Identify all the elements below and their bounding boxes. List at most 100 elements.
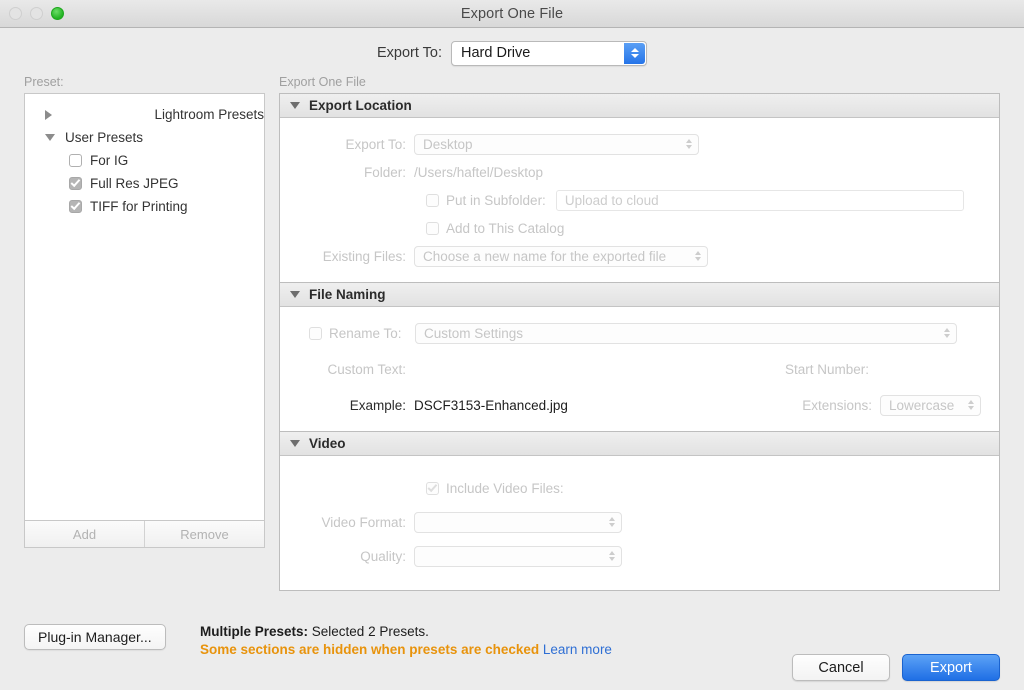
section-video: Video Include Video Files: Video Format: [279, 432, 1000, 591]
include-video-files-checkbox[interactable] [426, 482, 439, 495]
status-presets-line: Multiple Presets: Selected 2 Presets. [200, 624, 612, 639]
chevron-down-icon [609, 557, 615, 561]
quality-select[interactable] [414, 546, 622, 567]
add-to-catalog-checkbox[interactable] [426, 222, 439, 235]
preset-group-user-presets[interactable]: User Presets [25, 126, 264, 149]
status-presets-title: Multiple Presets: [200, 624, 308, 639]
section-title: Video [309, 436, 346, 451]
learn-more-link[interactable]: Learn more [543, 642, 612, 657]
section-title: Export Location [309, 98, 412, 113]
preset-checkbox[interactable] [69, 200, 82, 213]
dialog-body: Preset: Lightroom Presets User Presets F… [0, 72, 1024, 591]
section-header-file-naming[interactable]: File Naming [280, 283, 999, 307]
preset-caption: Preset: [24, 72, 265, 93]
video-format-select[interactable] [414, 512, 622, 533]
include-video-files-label: Include Video Files: [446, 481, 564, 496]
rename-to-checkbox[interactable] [309, 327, 322, 340]
preset-actions: Add Remove [25, 520, 264, 547]
dialog-footer: Plug-in Manager... Multiple Presets: Sel… [0, 612, 1024, 690]
stepper-icon [609, 551, 615, 561]
preset-item-full-res-jpeg[interactable]: Full Res JPEG [25, 172, 264, 195]
row-put-in-subfolder: Put in Subfolder: Upload to cloud [280, 186, 999, 214]
settings-panel: Export One File Export Location Export T… [279, 72, 1000, 591]
example-filename-value: DSCF3153-Enhanced.jpg [414, 398, 802, 413]
folder-label: Folder: [280, 165, 414, 180]
section-header-video[interactable]: Video [280, 432, 999, 456]
add-to-catalog-label: Add to This Catalog [446, 221, 564, 236]
section-body-file-naming: Rename To: Custom Settings Custom Text: … [280, 307, 999, 431]
chevron-down-icon [944, 334, 950, 338]
cancel-button[interactable]: Cancel [792, 654, 890, 681]
stepper-icon [686, 139, 692, 149]
chevron-up-icon [944, 328, 950, 332]
plug-in-manager-button[interactable]: Plug-in Manager... [24, 624, 166, 650]
row-include-video: Include Video Files: [280, 474, 999, 502]
existing-files-select[interactable]: Choose a new name for the exported file [414, 246, 708, 267]
row-video-format: Video Format: [280, 508, 999, 536]
status-message: Multiple Presets: Selected 2 Presets. So… [200, 624, 612, 657]
chevron-up-icon [695, 251, 701, 255]
preset-checkbox[interactable] [69, 154, 82, 167]
export-to-destination-value: Hard Drive [452, 45, 530, 61]
status-presets-detail: Selected 2 Presets. [308, 624, 429, 639]
section-export-location: Export Location Export To: Desktop Folde… [279, 93, 1000, 283]
rename-to-label: Rename To: [329, 326, 415, 341]
chevron-up-icon [609, 551, 615, 555]
row-custom-text: Custom Text: Start Number: [280, 355, 999, 383]
export-to-folder-select[interactable]: Desktop [414, 134, 699, 155]
chevron-down-icon [686, 145, 692, 149]
chevron-down-icon [609, 523, 615, 527]
extensions-select[interactable]: Lowercase [880, 395, 981, 416]
preset-list-box: Lightroom Presets User Presets For IG Fu… [24, 93, 265, 548]
chevron-down-icon [695, 257, 701, 261]
row-existing-files: Existing Files: Choose a new name for th… [280, 242, 999, 270]
chevron-down-icon [631, 54, 639, 58]
export-button[interactable]: Export [902, 654, 1000, 681]
rename-to-value: Custom Settings [424, 326, 523, 341]
section-body-video: Include Video Files: Video Format: Quali… [280, 456, 999, 590]
chevron-down-icon[interactable] [290, 440, 300, 447]
row-export-to: Export To: Desktop [280, 130, 999, 158]
window-titlebar: Export One File [0, 0, 1024, 28]
chevron-down-icon[interactable] [290, 102, 300, 109]
put-in-subfolder-checkbox[interactable] [426, 194, 439, 207]
subfolder-name-value: Upload to cloud [565, 193, 659, 208]
quality-label: Quality: [280, 549, 414, 564]
preset-checkbox[interactable] [69, 177, 82, 190]
section-header-export-location[interactable]: Export Location [280, 94, 999, 118]
remove-preset-button[interactable]: Remove [144, 521, 264, 547]
preset-group-lightroom-presets[interactable]: Lightroom Presets [25, 103, 264, 126]
stepper-icon [968, 400, 974, 410]
export-to-destination-select[interactable]: Hard Drive [451, 41, 647, 66]
add-preset-button[interactable]: Add [25, 521, 144, 547]
chevron-right-icon[interactable] [45, 110, 144, 120]
stepper-icon[interactable] [624, 43, 645, 64]
preset-item-tiff-for-printing[interactable]: TIFF for Printing [25, 195, 264, 218]
chevron-down-icon[interactable] [290, 291, 300, 298]
settings-caption: Export One File [279, 72, 1000, 93]
subfolder-name-input[interactable]: Upload to cloud [556, 190, 964, 211]
status-warning-line: Some sections are hidden when presets ar… [200, 642, 612, 657]
existing-files-label: Existing Files: [280, 249, 414, 264]
chevron-up-icon [631, 48, 639, 52]
stepper-icon [944, 328, 950, 338]
chevron-up-icon [686, 139, 692, 143]
existing-files-value: Choose a new name for the exported file [423, 249, 666, 264]
status-warning-text: Some sections are hidden when presets ar… [200, 642, 539, 657]
stepper-icon [609, 517, 615, 527]
section-body-export-location: Export To: Desktop Folder: /Users/haftel… [280, 118, 999, 282]
custom-text-label: Custom Text: [280, 362, 414, 377]
chevron-down-icon[interactable] [45, 134, 55, 141]
put-in-subfolder-label: Put in Subfolder: [446, 193, 546, 208]
stepper-icon [695, 251, 701, 261]
extensions-label: Extensions: [802, 398, 872, 413]
rename-to-select[interactable]: Custom Settings [415, 323, 957, 344]
preset-item-for-ig[interactable]: For IG [25, 149, 264, 172]
preset-label: User Presets [65, 130, 143, 145]
chevron-up-icon [609, 517, 615, 521]
preset-label: Full Res JPEG [90, 176, 179, 191]
row-example: Example: DSCF3153-Enhanced.jpg Extension… [280, 391, 999, 419]
row-rename-to: Rename To: Custom Settings [280, 319, 999, 347]
extensions-value: Lowercase [889, 398, 954, 413]
export-to-bar: Export To: Hard Drive [0, 28, 1024, 72]
